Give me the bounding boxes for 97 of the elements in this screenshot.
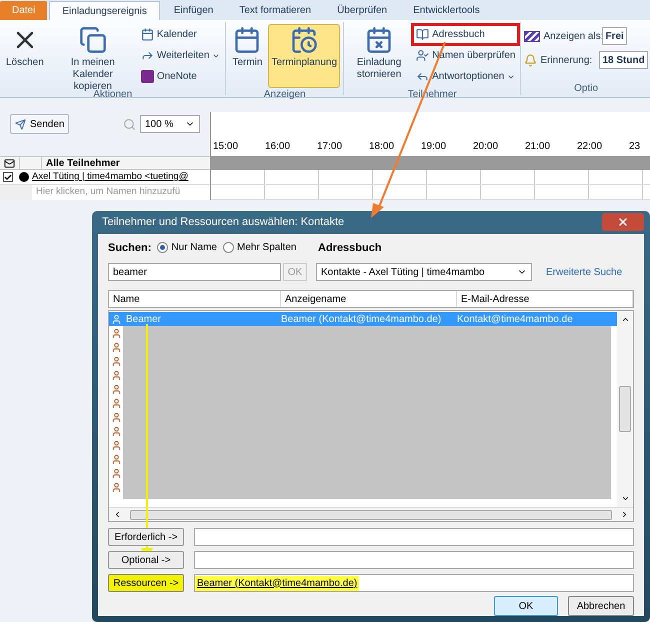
- scroll-thumb[interactable]: [130, 510, 612, 520]
- dialog-button[interactable]: OK: [494, 596, 558, 616]
- display-name: Beamer (Kontakt@time4mambo.de): [281, 312, 442, 326]
- hour-label: 15:00: [212, 140, 240, 154]
- copy-icon: [78, 26, 107, 54]
- ribbon-button[interactable]: Einladung stornieren: [347, 24, 412, 88]
- field-label: Anzeigen als:: [543, 30, 600, 44]
- ribbon-button[interactable]: Adressbuch: [414, 26, 518, 43]
- forward-icon: [140, 49, 154, 62]
- column-header[interactable]: E-Mail-Adresse: [457, 291, 633, 307]
- contact-icon: [110, 426, 122, 437]
- email-address: Kontakt@time4mambo.de: [457, 312, 573, 326]
- radio-label: Nur Name: [171, 241, 217, 256]
- hour-label: 21:00: [524, 140, 552, 154]
- vertical-scrollbar[interactable]: [617, 311, 633, 507]
- ribbon-button[interactable]: Antwortoptionen: [414, 68, 518, 85]
- user-check-icon: [416, 49, 430, 62]
- ribbon-button[interactable]: Terminplanung: [268, 24, 340, 88]
- contact-name: Beamer: [126, 312, 162, 326]
- hour-label: 17:00: [316, 140, 344, 154]
- ribbon-button[interactable]: OneNote: [138, 68, 222, 85]
- hour-label: 20:00: [472, 140, 500, 154]
- ribbon-tab[interactable]: Einladungsereignis: [49, 1, 160, 20]
- contact-icon: [110, 370, 122, 381]
- advanced-search-link[interactable]: Erweiterte Suche: [546, 264, 622, 280]
- radio-label: Mehr Spalten: [236, 241, 296, 256]
- ribbon-button[interactable]: Löschen: [3, 24, 47, 88]
- ribbon-tab[interactable]: Text formatieren: [227, 1, 324, 20]
- close-button[interactable]: [602, 213, 644, 232]
- recipient-type-button[interactable]: Erforderlich ->: [108, 528, 184, 546]
- organizer-icon: [19, 172, 29, 182]
- contact-icon: [110, 454, 122, 465]
- ribbon-tab[interactable]: Entwicklertools: [401, 1, 492, 20]
- contact-icon: [110, 342, 122, 353]
- dropdown-field[interactable]: 18 Stund: [599, 51, 648, 69]
- scroll-down-icon: [620, 494, 630, 503]
- calendar-clock-icon: [290, 26, 318, 54]
- ribbon-button[interactable]: Weiterleiten: [138, 47, 222, 64]
- send-button[interactable]: Senden: [10, 114, 70, 134]
- recipient-field[interactable]: [194, 528, 634, 546]
- search-label: Suchen:: [108, 240, 152, 256]
- section-label: Adressbuch: [318, 240, 382, 256]
- dialog-button[interactable]: Abbrechen: [568, 596, 634, 616]
- group-label: Optio: [573, 82, 600, 95]
- group-label: Aktionen: [93, 89, 134, 101]
- ribbon-tab[interactable]: Überprüfen: [325, 1, 400, 20]
- field-label: Erinnerung:: [540, 54, 594, 68]
- hour-label: 18:00: [368, 140, 396, 154]
- recipient-field[interactable]: Beamer (Kontakt@time4mambo.de): [194, 574, 634, 592]
- scroll-up-icon: [620, 315, 630, 324]
- contact-icon: [110, 482, 122, 493]
- bell-icon: [524, 54, 538, 66]
- scroll-left-icon: [113, 510, 122, 519]
- group-label: Anzeigen: [262, 88, 307, 101]
- hour-label: 19:00: [420, 140, 448, 154]
- scroll-right-icon: [620, 510, 629, 519]
- column-header[interactable]: Anzeigename: [281, 291, 457, 307]
- search-field[interactable]: beamer: [108, 263, 281, 281]
- contact-icon: [110, 384, 122, 395]
- radio-button[interactable]: [157, 242, 168, 254]
- contact-icon: [111, 314, 122, 324]
- note-icon: [140, 70, 154, 83]
- hour-label: 22:00: [576, 140, 604, 154]
- recipient-type-button[interactable]: Ressourcen ->: [108, 574, 184, 592]
- calendar-icon: [233, 26, 262, 54]
- contact-icon: [110, 412, 122, 423]
- horizontal-scrollbar[interactable]: [109, 507, 633, 521]
- reply-icon: [416, 70, 430, 83]
- contact-icon: [110, 328, 122, 339]
- calendar-x-icon: [365, 26, 394, 54]
- close-icon: [617, 216, 629, 228]
- contact-icon: [110, 468, 122, 479]
- status-icon: [524, 30, 540, 42]
- address-book-dropdown[interactable]: Kontakte - Axel Tüting | time4mambo: [316, 263, 532, 281]
- mail-icon: [4, 158, 15, 168]
- zoom-field[interactable]: 100 %: [140, 115, 200, 133]
- dialog-title: Teilnehmer und Ressourcen auswählen: Kontakte: [101, 215, 344, 230]
- calendar-icon: [140, 28, 154, 41]
- recipient-field[interactable]: [194, 551, 634, 569]
- zoom-icon: [123, 118, 136, 130]
- recipient-link[interactable]: Beamer (Kontakt@time4mambo.de): [195, 576, 360, 590]
- radio-button[interactable]: [222, 242, 234, 254]
- contact-icon: [110, 440, 122, 451]
- ribbon-button[interactable]: Termin: [229, 24, 266, 88]
- checkbox[interactable]: [3, 172, 13, 182]
- contact-icon: [110, 356, 122, 367]
- column-header[interactable]: Name: [109, 291, 281, 307]
- recipient-type-button[interactable]: Optional ->: [108, 551, 184, 569]
- send-icon: [15, 118, 26, 130]
- scroll-thumb[interactable]: [619, 386, 631, 432]
- book-icon: [416, 28, 430, 41]
- hour-label: 23: [628, 140, 642, 154]
- dropdown-field[interactable]: Frei: [602, 27, 627, 45]
- contact-icon: [110, 398, 122, 409]
- ribbon-tab[interactable]: Einfügen: [162, 1, 226, 20]
- hour-label: 16:00: [264, 140, 292, 154]
- ribbon-button[interactable]: Kalender: [138, 26, 222, 43]
